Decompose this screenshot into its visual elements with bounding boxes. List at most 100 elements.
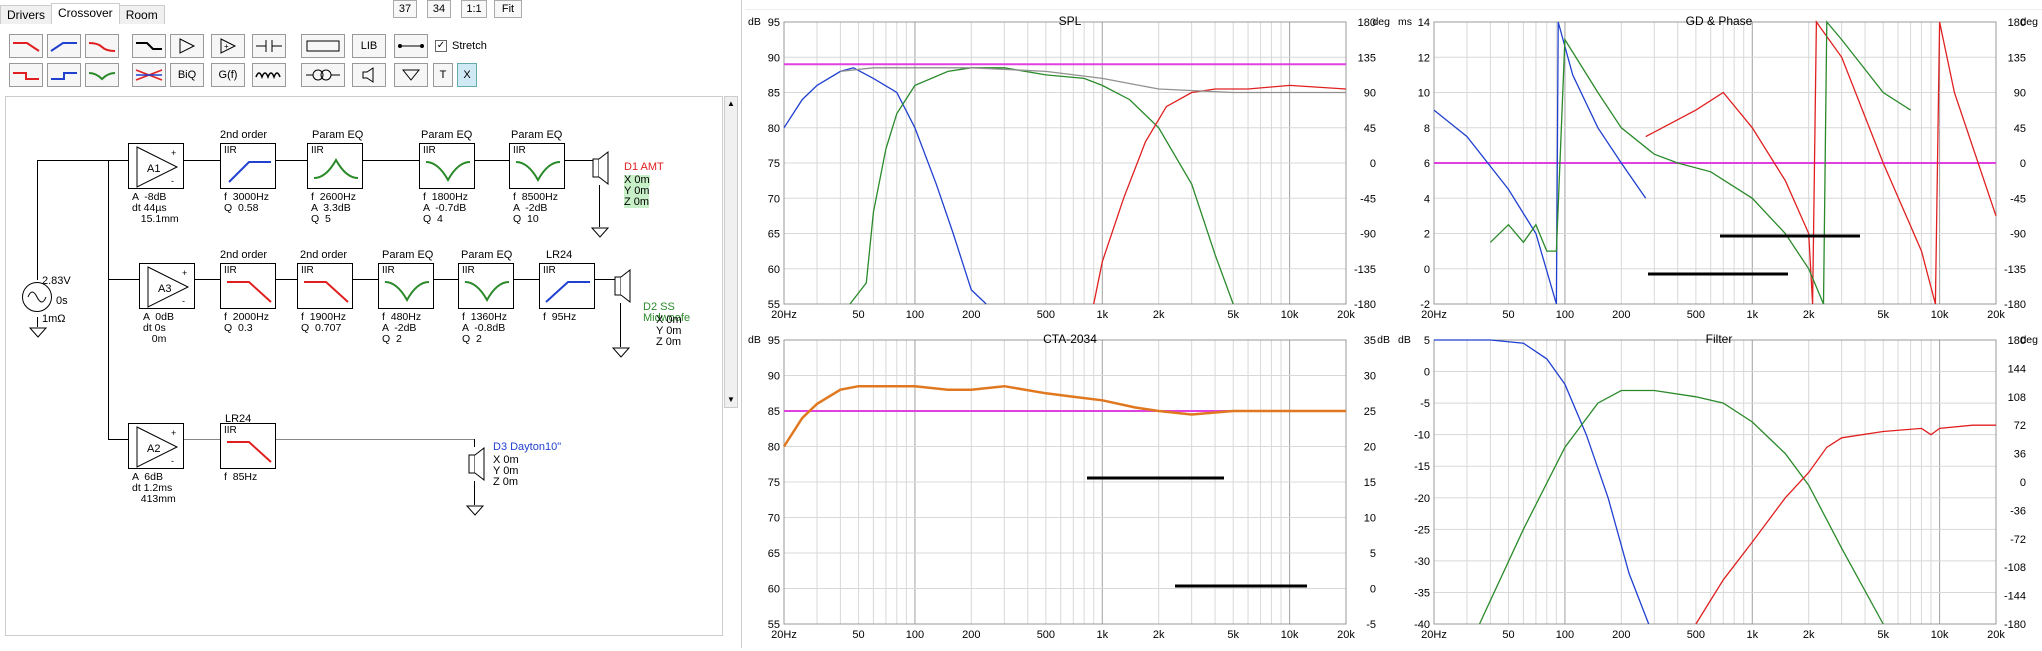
fit-button[interactable]: Fit xyxy=(494,0,522,18)
x-tick-label: 5k xyxy=(1877,309,1889,321)
tab-drivers[interactable]: Drivers xyxy=(0,5,52,24)
speaker-d3-icon[interactable] xyxy=(468,447,488,483)
resistor-icon[interactable] xyxy=(301,34,345,58)
biquad-button[interactable]: BiQ xyxy=(170,63,204,87)
shelf-icon[interactable] xyxy=(132,34,166,58)
iir-lowpass-block[interactable]: IIR xyxy=(297,263,353,309)
x-tick-label: 10k xyxy=(1931,629,1949,641)
speaker-icon[interactable] xyxy=(352,63,386,87)
block-header: Param EQ xyxy=(511,129,563,141)
y2-tick-label: -45 xyxy=(1360,193,1376,205)
gd-phase-plot[interactable]: 14121086420-218013590450-45-90-135-18020… xyxy=(1396,12,2042,328)
unit-left: dB xyxy=(748,334,761,346)
driver-d3-name: D3 Dayton10" xyxy=(493,441,562,453)
lowpass-red-icon[interactable] xyxy=(9,34,43,58)
y-tick-label: 10 xyxy=(1418,88,1430,100)
y-tick-label: 90 xyxy=(768,371,780,383)
peak-eq-icon[interactable] xyxy=(85,63,119,87)
speaker-d2-icon[interactable] xyxy=(614,269,634,305)
chart-title: Filter xyxy=(1705,332,1733,346)
transformer-icon[interactable] xyxy=(301,63,345,87)
y-tick-label: -25 xyxy=(1414,524,1430,536)
zoom-1to1-button[interactable]: 1:1 xyxy=(461,0,487,18)
tab-crossover[interactable]: Crossover xyxy=(51,3,120,24)
x-tick-label: 50 xyxy=(1502,629,1514,641)
param-eq-block[interactable]: IIR xyxy=(458,263,514,309)
unit-left: dB xyxy=(748,16,761,28)
param-eq-block[interactable]: IIR xyxy=(419,143,475,189)
iir-highpass-block[interactable]: IIR xyxy=(220,143,276,189)
wire xyxy=(474,481,475,505)
x-tick-label: 50 xyxy=(852,629,864,641)
speaker-d1-icon[interactable] xyxy=(592,151,612,187)
spl-chart: SPL dB deg 95 90 85 80 75 70 65 60 55 180 135 90 45 0… xyxy=(746,12,1394,328)
highpass-step-blue-icon[interactable] xyxy=(47,63,81,87)
y-tick-label: 4 xyxy=(1424,193,1430,205)
y-tick-label: 12 xyxy=(1418,52,1430,64)
stretch-checkbox[interactable]: ✓ xyxy=(435,40,447,52)
x-tick-label: 2k xyxy=(1153,629,1165,641)
inductor-icon[interactable] xyxy=(252,63,286,87)
driver-d2-name: D2 SS Midwoofe xyxy=(643,301,691,324)
y2-tick-label: -135 xyxy=(1354,264,1376,276)
amplifier-a2[interactable]: A2 + - xyxy=(128,423,184,469)
text-tool-button[interactable]: T xyxy=(433,63,453,87)
x-tick-label: 10k xyxy=(1281,629,1299,641)
y2-tick-label: 10 xyxy=(1364,513,1376,525)
param-eq-block[interactable]: IIR xyxy=(307,143,363,189)
y-tick-label: 80 xyxy=(768,442,780,454)
block-params: f 480Hz A -2dB Q 2 xyxy=(382,311,422,345)
x-tick-label: 5k xyxy=(1877,629,1889,641)
filter-plot[interactable]: 50-5-10-15-20-25-30-35-4018014410872360-… xyxy=(1396,330,2042,648)
iir-lowpass-block[interactable]: IIR xyxy=(220,263,276,309)
lib-button[interactable]: LIB xyxy=(352,34,386,58)
cta-2034-plot[interactable]: 95908580757065605535302520151050-520Hz 50… xyxy=(746,330,1394,648)
notch-cross-icon[interactable] xyxy=(132,63,166,87)
svg-text:A1: A1 xyxy=(147,163,160,175)
y2-tick-label: -90 xyxy=(2010,229,2026,241)
amplifier-a3[interactable]: A3 + - xyxy=(139,263,195,309)
wire-icon[interactable] xyxy=(394,34,428,58)
amplifier-a1[interactable]: A1 + - xyxy=(128,143,184,189)
param-eq-block[interactable]: IIR xyxy=(509,143,565,189)
block-params: f 85Hz xyxy=(224,471,258,483)
y2-tick-label: 0 xyxy=(1370,158,1376,170)
block-params: f 3000Hz Q 0.58 xyxy=(224,191,269,214)
y-tick-label: -10 xyxy=(1414,430,1430,442)
scroll-down-icon[interactable]: ▼ xyxy=(725,393,737,407)
y-tick-label: -20 xyxy=(1414,493,1430,505)
y-tick-label: 2 xyxy=(1424,229,1430,241)
wire xyxy=(37,160,114,161)
spl-plot[interactable]: 95908580757065605518013590450-45-90-135-… xyxy=(746,12,1394,328)
wire xyxy=(108,160,109,440)
scroll-up-icon[interactable]: ▲ xyxy=(725,97,737,111)
y2-tick-label: 20 xyxy=(1364,442,1376,454)
amplifier-icon[interactable] xyxy=(170,34,204,58)
svg-text:+: + xyxy=(182,268,187,278)
vertical-scrollbar[interactable]: ▲ ▼ xyxy=(724,96,738,408)
y-tick-label: -35 xyxy=(1414,587,1430,599)
param-eq-block[interactable]: IIR xyxy=(378,263,434,309)
zoom-37-button[interactable]: 37 xyxy=(393,0,417,18)
lowpass-step-red-icon[interactable] xyxy=(9,63,43,87)
transfer-function-button[interactable]: G(f) xyxy=(211,63,245,87)
ground-icon[interactable] xyxy=(394,63,428,87)
tab-room[interactable]: Room xyxy=(118,5,165,24)
x-tick-label: 2k xyxy=(1803,309,1815,321)
block-params: f 8500Hz A -2dB Q 10 xyxy=(513,191,558,225)
zoom-34-button[interactable]: 34 xyxy=(427,0,451,18)
lr24-highpass-block[interactable]: IIR xyxy=(539,263,595,309)
svg-text:+: + xyxy=(171,428,176,438)
allpass-red-icon[interactable] xyxy=(85,34,119,58)
unit-right: dB xyxy=(1377,334,1390,346)
driver-d1-name: D1 AMT xyxy=(624,161,664,173)
y2-tick-label: -72 xyxy=(2010,534,2026,546)
summer-icon[interactable]: + xyxy=(211,34,245,58)
delete-button[interactable]: X xyxy=(457,63,477,87)
source-resistance: 1mΩ xyxy=(42,313,66,325)
highpass-blue-icon[interactable] xyxy=(47,34,81,58)
y2-tick-label: -45 xyxy=(2010,193,2026,205)
capacitor-icon[interactable] xyxy=(252,34,286,58)
lr24-lowpass-block[interactable]: IIR xyxy=(220,423,276,469)
driver-d3-z: Z 0m xyxy=(493,476,519,488)
